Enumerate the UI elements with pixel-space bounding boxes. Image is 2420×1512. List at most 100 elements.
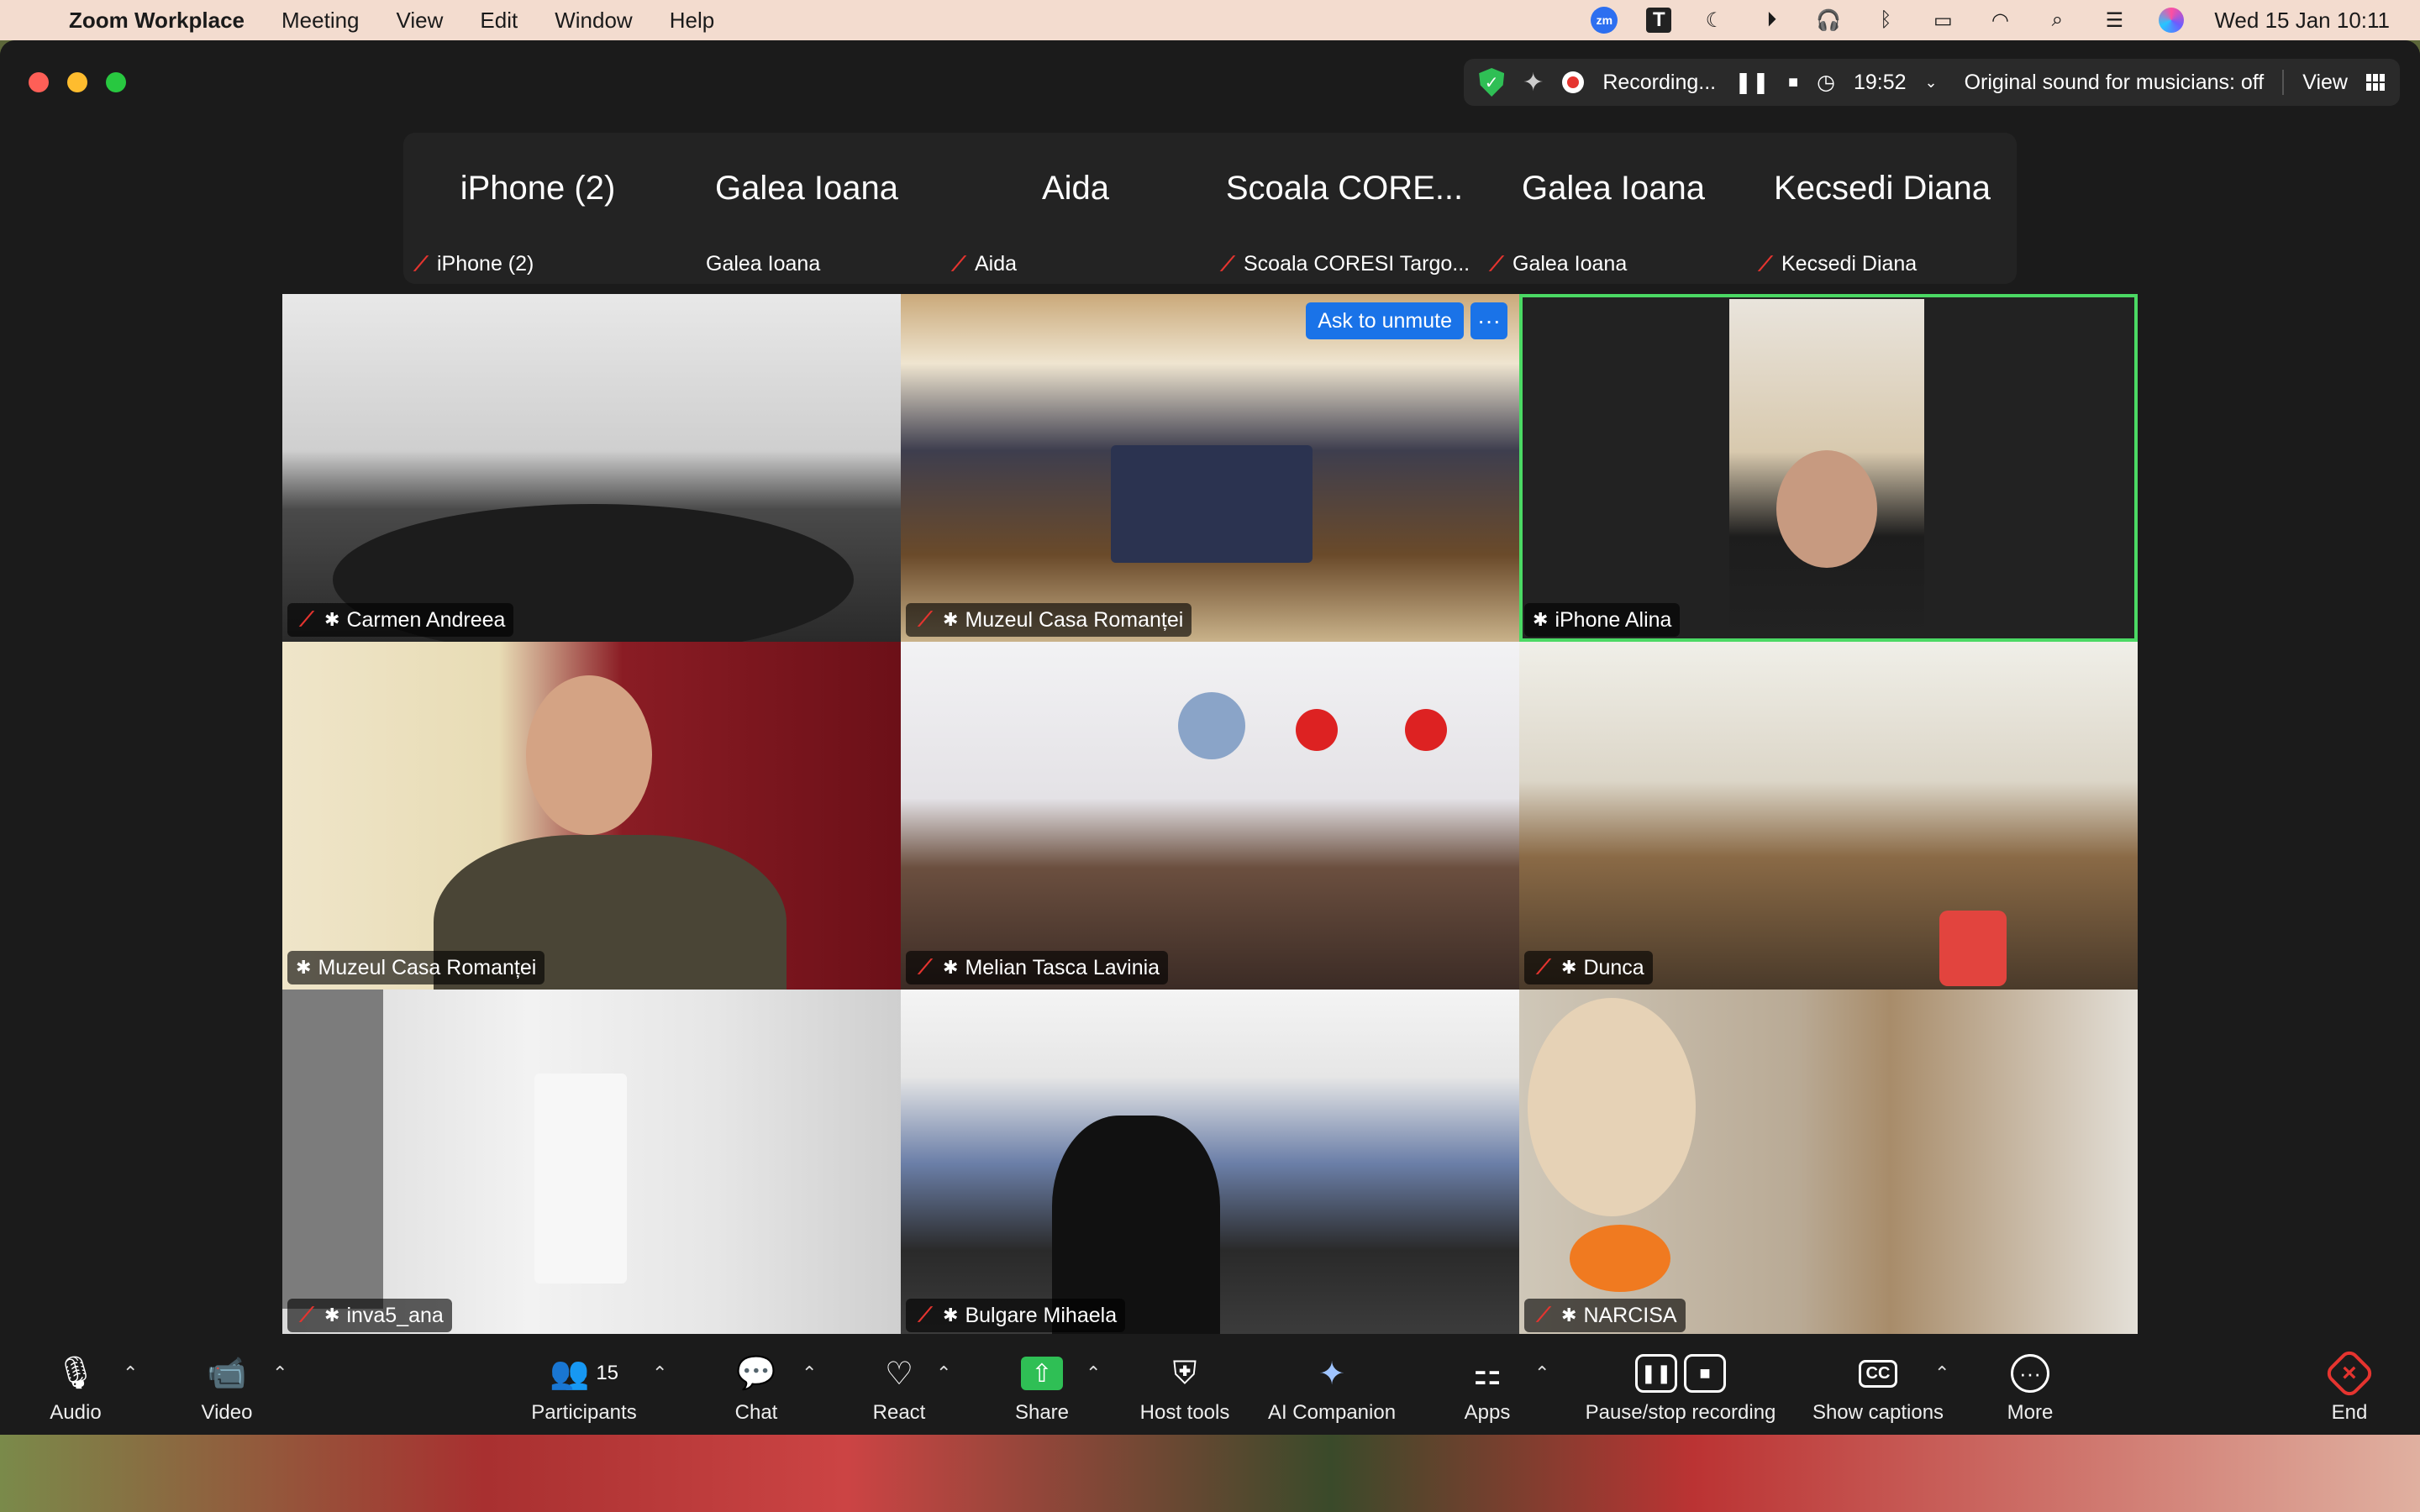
stop-recording-icon[interactable]: ■ xyxy=(1788,73,1798,92)
menu-view[interactable]: View xyxy=(397,8,444,34)
host-tools-label: Host tools xyxy=(1139,1401,1230,1424)
meeting-timer[interactable]: 19:52 xyxy=(1854,71,1907,95)
menu-bar: Zoom Workplace Meeting View Edit Window … xyxy=(0,0,2420,40)
video-feed xyxy=(901,642,1519,990)
view-button[interactable]: View xyxy=(2302,71,2348,95)
pause-stop-icon: ❚❚ ■ xyxy=(1635,1354,1726,1393)
menu-window[interactable]: Window xyxy=(555,8,632,34)
video-feed xyxy=(901,990,1519,1337)
ask-to-unmute-button[interactable]: Ask to unmute xyxy=(1306,302,1464,339)
video-tile-active-speaker[interactable]: ✱ iPhone Alina xyxy=(1519,294,2138,642)
video-tile[interactable]: ✱ Muzeul Casa Romanței xyxy=(282,642,901,990)
share-button[interactable]: ⇧ Share xyxy=(1008,1334,1076,1435)
participant-title: Kecsedi Diana xyxy=(1774,170,1991,207)
end-call-icon: × xyxy=(2323,1347,2376,1400)
participants-label: Participants xyxy=(531,1401,637,1424)
menu-help[interactable]: Help xyxy=(670,8,714,34)
participant-name: Dunca xyxy=(1583,955,1644,979)
menu-app-name[interactable]: Zoom Workplace xyxy=(69,8,245,34)
strip-participant[interactable]: Aida ⟋ Aida xyxy=(941,133,1210,284)
original-sound-toggle[interactable]: Original sound for musicians: off xyxy=(1965,71,2265,95)
zoom-window-button[interactable] xyxy=(106,72,126,92)
menu-edit[interactable]: Edit xyxy=(480,8,518,34)
more-button[interactable]: ··· More xyxy=(1996,1334,2064,1435)
shield-icon[interactable]: ✓ xyxy=(1479,68,1505,97)
pin-icon: ✱ xyxy=(943,609,959,630)
search-icon[interactable]: ⌕ xyxy=(2043,8,2071,33)
video-tile[interactable]: ⟋ ✱ Melian Tasca Lavinia xyxy=(901,642,1519,990)
sparkle-icon[interactable]: ✦ xyxy=(1523,68,1544,97)
video-feed xyxy=(1519,642,2138,990)
react-label: React xyxy=(872,1401,926,1424)
tile-name-label: ⟋ ✱ Bulgare Mihaela xyxy=(906,1299,1126,1332)
video-tile[interactable]: ⟋ ✱ Dunca xyxy=(1519,642,2138,990)
participant-name: inva5_ana xyxy=(346,1303,444,1327)
control-center-icon[interactable]: ☰ xyxy=(2100,8,2128,33)
divider xyxy=(2282,70,2285,95)
host-tools-button[interactable]: ⛨ Host tools xyxy=(1130,1334,1239,1435)
participant-label: Scoala CORESI Targo... xyxy=(1244,252,1470,276)
participant-name: Bulgare Mihaela xyxy=(965,1303,1118,1327)
bluetooth-icon[interactable]: ᛒ xyxy=(1871,8,1900,33)
strip-participant[interactable]: iPhone (2) ⟋ iPhone (2) xyxy=(403,133,672,284)
pause-stop-recording-label: Pause/stop recording xyxy=(1585,1401,1776,1424)
t-icon[interactable]: T xyxy=(1646,8,1672,33)
video-tile[interactable]: ⟋ ✱ Bulgare Mihaela xyxy=(901,990,1519,1337)
end-button[interactable]: × End xyxy=(2316,1334,2383,1435)
strip-participant[interactable]: Galea Ioana ⟋ Galea Ioana xyxy=(1479,133,1748,284)
share-options-caret[interactable]: ⌃ xyxy=(1086,1362,1101,1384)
strip-participant[interactable]: Scoala CORE... ⟋ Scoala CORESI Targo... xyxy=(1210,133,1479,284)
pause-stop-recording-button[interactable]: ❚❚ ■ Pause/stop recording xyxy=(1576,1334,1786,1435)
gallery-view-icon[interactable] xyxy=(2366,74,2385,91)
zoom-icon[interactable]: zm xyxy=(1591,7,1618,34)
chat-label: Chat xyxy=(734,1401,778,1424)
pause-recording-icon[interactable]: ❚❚ xyxy=(1734,70,1770,95)
participant-label: Galea Ioana xyxy=(1512,252,1628,276)
react-button[interactable]: ♡ React xyxy=(865,1334,933,1435)
recording-icon xyxy=(1562,71,1585,93)
participants-options-caret[interactable]: ⌃ xyxy=(652,1362,667,1384)
meeting-toolbar: 🎙 Audio ⌃ 📹 Video ⌃ 👥 15 Participants ⌃ 💬… xyxy=(0,1334,2420,1435)
wifi-icon[interactable]: ◠ xyxy=(1986,8,2014,33)
participants-button[interactable]: 👥 15 Participants xyxy=(521,1334,647,1435)
close-window-button[interactable] xyxy=(29,72,49,92)
recording-label[interactable]: Recording... xyxy=(1602,71,1716,95)
video-tile[interactable]: ⟋ ✱ NARCISA xyxy=(1519,990,2138,1337)
menu-meeting[interactable]: Meeting xyxy=(281,8,360,34)
tile-more-button[interactable]: ··· xyxy=(1470,302,1507,339)
video-tile[interactable]: Ask to unmute ··· ⟋ ✱ Muzeul Casa Romanț… xyxy=(901,294,1519,642)
tile-name-label: ⟋ ✱ inva5_ana xyxy=(287,1299,452,1332)
battery-icon[interactable]: ▭ xyxy=(1928,8,1957,33)
video-feed xyxy=(901,294,1519,642)
video-button[interactable]: 📹 Video xyxy=(193,1334,260,1435)
react-options-caret[interactable]: ⌃ xyxy=(936,1362,951,1384)
participant-name: iPhone Alina xyxy=(1555,607,1672,632)
moon-icon[interactable]: ☾ xyxy=(1700,8,1728,33)
strip-participant[interactable]: Galea Ioana Galea Ioana xyxy=(672,133,941,284)
video-label: Video xyxy=(201,1401,253,1424)
tile-name-label: ⟋ ✱ Dunca xyxy=(1524,951,1653,984)
video-tile[interactable]: ⟋ ✱ Carmen Andreea xyxy=(282,294,901,642)
apps-options-caret[interactable]: ⌃ xyxy=(1534,1362,1549,1384)
ai-companion-button[interactable]: ✦ AI Companion xyxy=(1265,1334,1399,1435)
video-options-caret[interactable]: ⌃ xyxy=(272,1362,287,1384)
siri-icon[interactable] xyxy=(2157,8,2186,33)
participant-label: Galea Ioana xyxy=(706,252,821,276)
minimize-window-button[interactable] xyxy=(67,72,87,92)
chat-button[interactable]: 💬 Chat xyxy=(723,1334,790,1435)
strip-participant[interactable]: Kecsedi Diana ⟋ Kecsedi Diana xyxy=(1748,133,2017,284)
clock-icon: ◷ xyxy=(1817,71,1835,94)
apps-button[interactable]: ⚏ Apps xyxy=(1454,1334,1521,1435)
audio-button[interactable]: 🎙 Audio xyxy=(42,1334,109,1435)
show-captions-button[interactable]: CC Show captions xyxy=(1807,1334,1949,1435)
mic-muted-icon: ⟋ xyxy=(918,608,933,631)
audio-options-caret[interactable]: ⌃ xyxy=(123,1362,138,1384)
video-tile[interactable]: ⟋ ✱ inva5_ana xyxy=(282,990,901,1337)
chat-options-caret[interactable]: ⌃ xyxy=(802,1362,817,1384)
headphones-icon[interactable]: 🎧 xyxy=(1814,8,1843,33)
mic-muted-icon: ⟋ xyxy=(918,956,933,979)
play-icon[interactable]: ⏵ xyxy=(1757,8,1786,33)
captions-options-caret[interactable]: ⌃ xyxy=(1934,1362,1949,1384)
chevron-down-icon[interactable]: ⌄ xyxy=(1925,74,1938,92)
menu-datetime[interactable]: Wed 15 Jan 10:11 xyxy=(2214,8,2390,34)
